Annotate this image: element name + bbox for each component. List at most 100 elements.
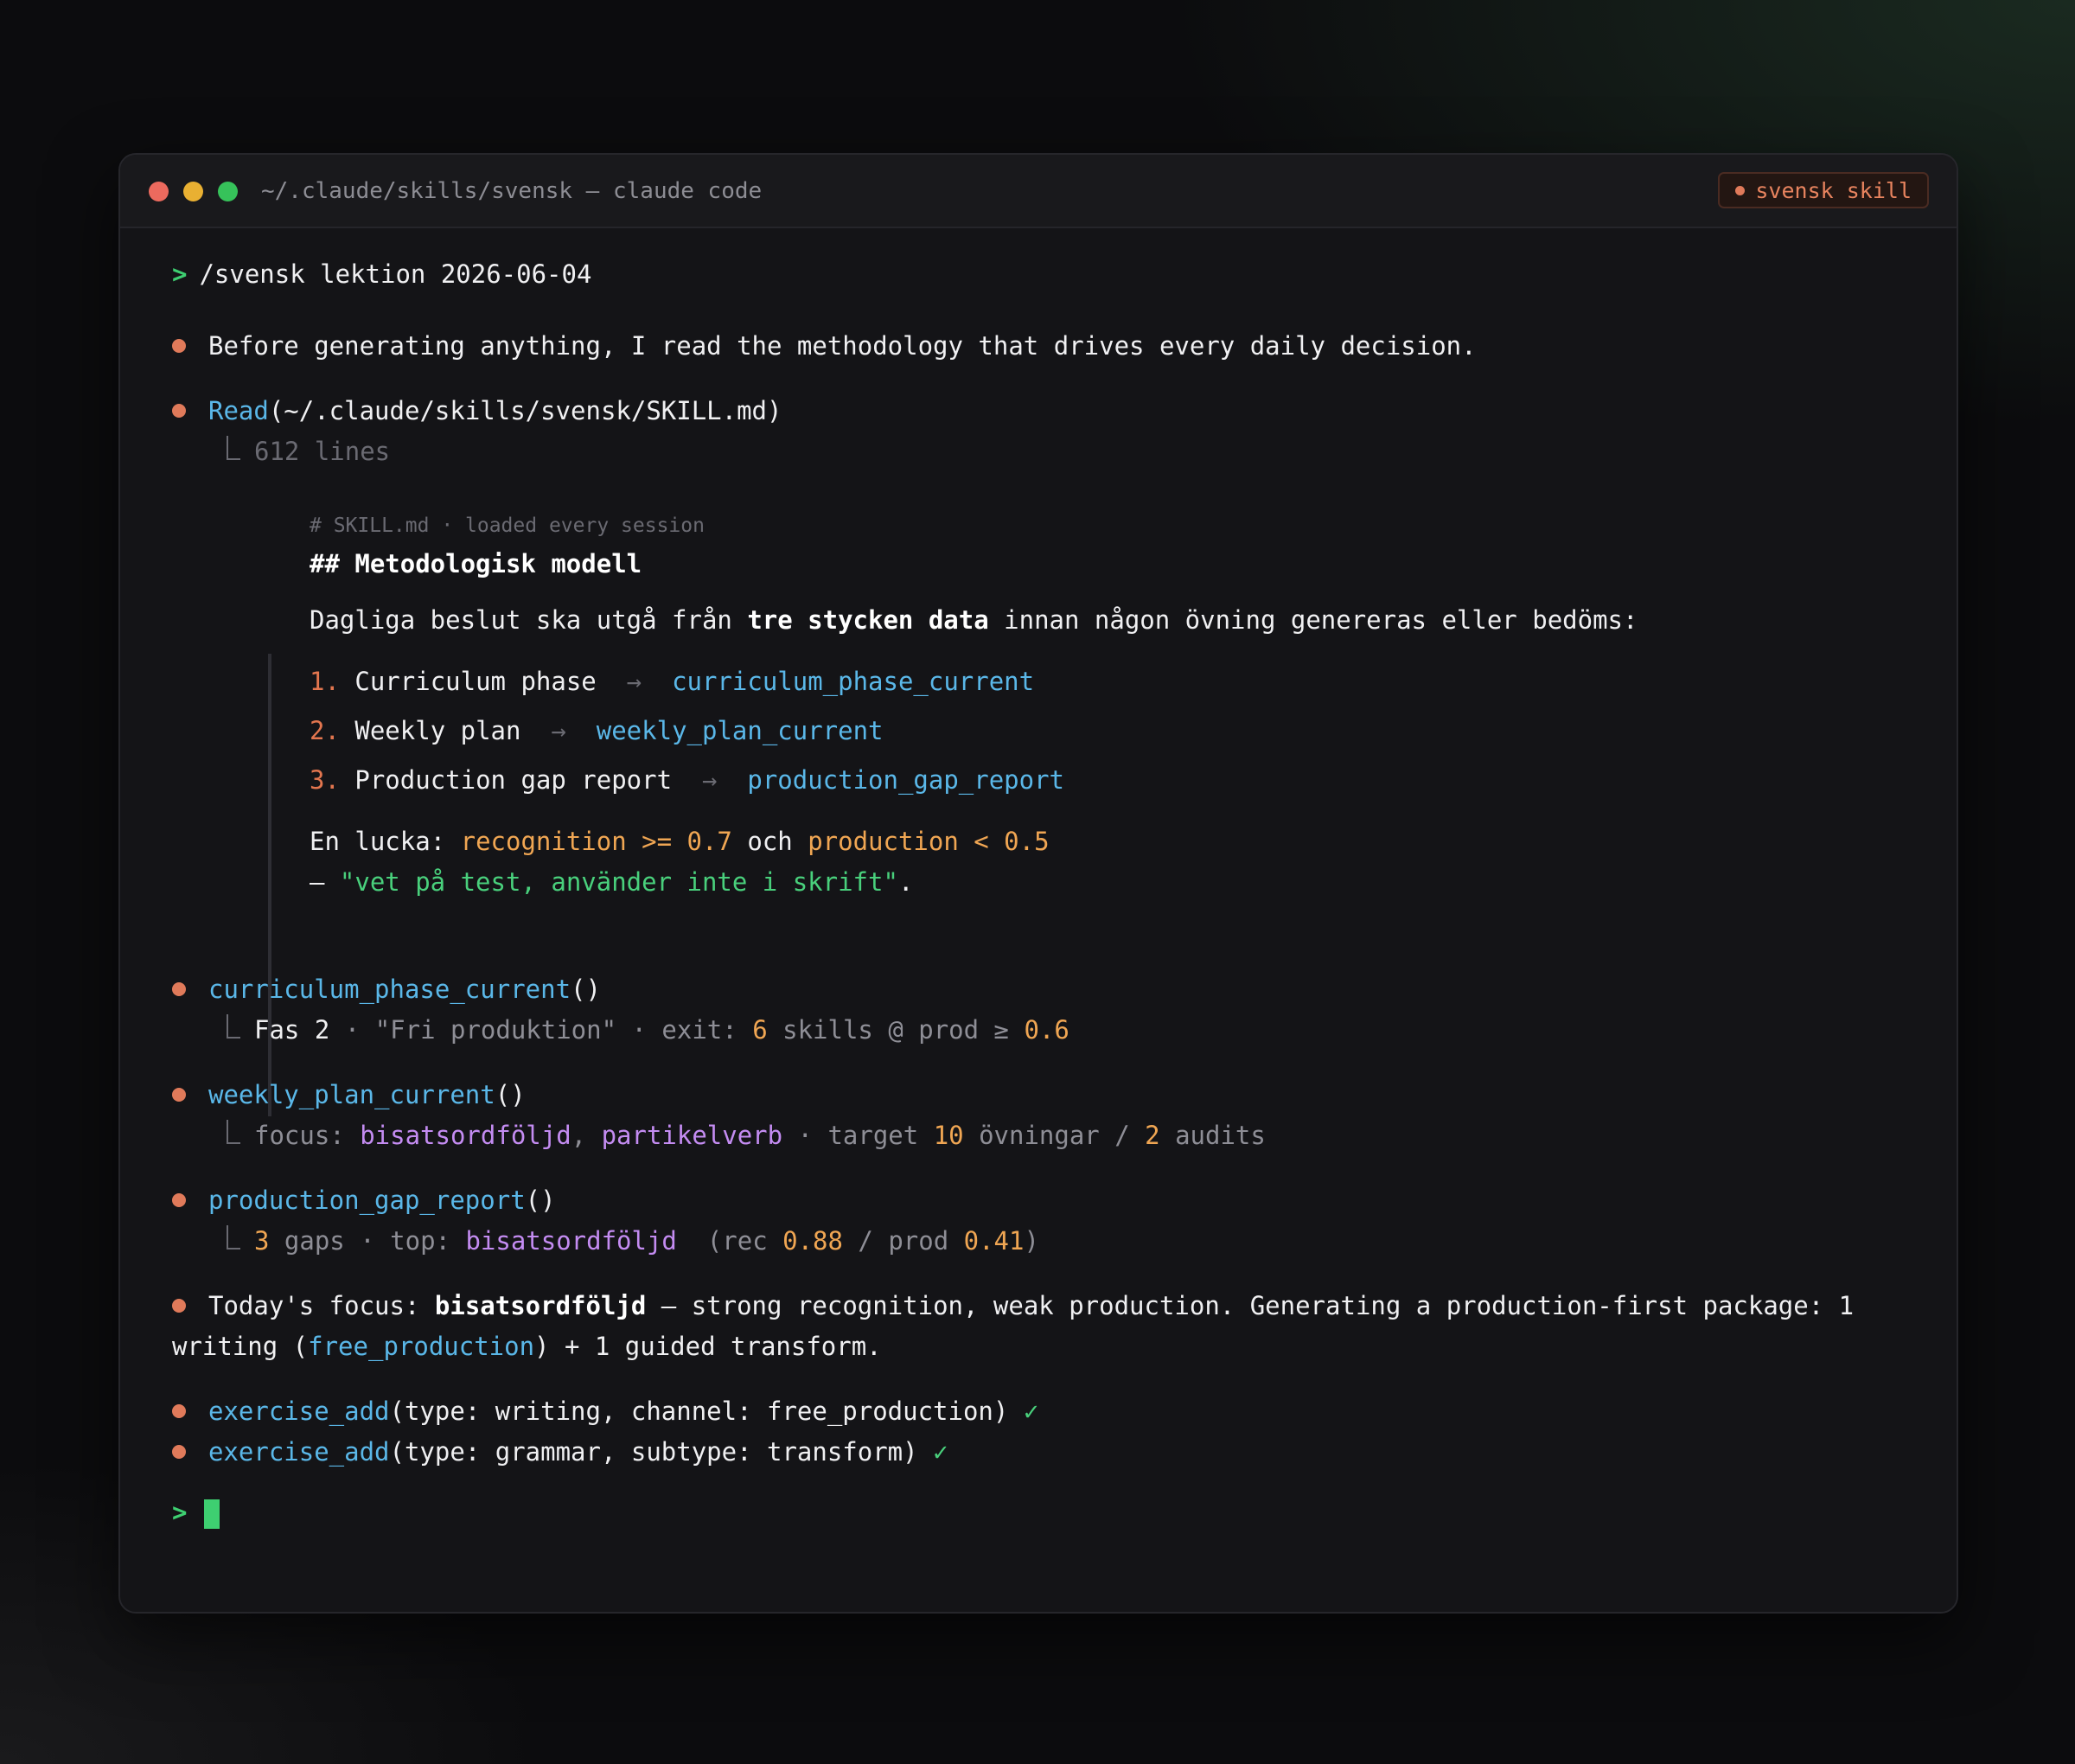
command-line: > /svensk lektion 2026-06-04 — [172, 257, 591, 291]
gap-label: En lucka: — [310, 827, 461, 856]
tool-name: exercise_add — [208, 1437, 390, 1467]
result-part: , — [571, 1121, 602, 1150]
result-part: · target — [782, 1121, 934, 1150]
check-icon: ✓ — [1023, 1396, 1039, 1426]
result-part: 10 — [933, 1121, 964, 1150]
item-tool: production_gap_report — [747, 765, 1065, 795]
weekly-result: focus: bisatsordföljd, partikelverb · ta… — [227, 1118, 1266, 1153]
intro-text: Before generating anything, I read the m… — [208, 331, 1477, 361]
title-bar: ~/.claude/skills/svensk — claude code sv… — [120, 155, 1957, 228]
result-part: audits — [1159, 1121, 1266, 1150]
para-text: Dagliga beslut ska utgå från — [310, 605, 748, 635]
elbow-connector-icon — [227, 1014, 240, 1039]
bullet-icon — [172, 339, 186, 353]
elbow-connector-icon — [227, 1120, 240, 1144]
result-part: 6 — [752, 1015, 768, 1045]
gap-quote-line: — "vet på test, använder inte i skrift". — [310, 865, 913, 899]
result-part: bisatsordföljd — [360, 1121, 571, 1150]
gap-and: och — [731, 827, 808, 856]
tool-args: (type: writing, channel: free_production… — [389, 1396, 1009, 1426]
result-part: Fas 2 — [254, 1015, 330, 1045]
close-button[interactable] — [149, 182, 169, 201]
bullet-icon — [172, 982, 186, 996]
result-part: 2 — [1145, 1121, 1160, 1150]
doc-comment: # SKILL.md · loaded every session — [310, 514, 705, 537]
result-part: (rec — [676, 1226, 783, 1256]
tool-args: () — [495, 1080, 526, 1109]
gap-condition: production < 0.5 — [808, 827, 1050, 856]
doc-list-item: 2. Weekly plan → weekly_plan_current — [310, 713, 884, 748]
gap-result: 3 gaps · top: bisatsordföljd (rec 0.88 /… — [227, 1224, 1039, 1258]
focus-line-2: writing (free_production) + 1 guided tra… — [172, 1329, 882, 1364]
intro-line: Before generating anything, I read the m… — [172, 329, 1477, 363]
exercise-add-2: exercise_add(type: grammar, subtype: tra… — [172, 1435, 948, 1469]
dot-icon — [1735, 185, 1746, 195]
result-part: skills @ prod ≥ — [767, 1015, 1025, 1045]
result-part: gaps · top: — [269, 1226, 466, 1256]
tool-args: () — [525, 1186, 556, 1215]
bullet-icon — [172, 1299, 186, 1313]
elbow-connector-icon — [227, 436, 240, 460]
focus-text: Today's focus: — [208, 1291, 435, 1320]
tool-name: production_gap_report — [208, 1186, 526, 1215]
weekly-call: weekly_plan_current() — [172, 1077, 526, 1112]
result-part: 0.41 — [963, 1226, 1025, 1256]
zoom-button[interactable] — [218, 182, 238, 201]
result-part: partikelverb — [601, 1121, 783, 1150]
tool-args: (~/.claude/skills/svensk/SKILL.md) — [268, 396, 782, 425]
tool-name: Read — [208, 396, 269, 425]
result-part: bisatsordföljd — [465, 1226, 677, 1256]
result-text: 612 lines — [254, 437, 391, 466]
bullet-icon — [172, 404, 186, 418]
result-part: focus: — [254, 1121, 361, 1150]
period: . — [897, 867, 914, 897]
focus-text: — strong recognition, weak production. G… — [646, 1291, 1855, 1320]
command-text: /svensk lektion 2026-06-04 — [199, 259, 592, 289]
para-bold: tre stycken data — [747, 605, 989, 635]
window-title: ~/.claude/skills/svensk — claude code — [261, 178, 763, 204]
focus-channel: free_production — [308, 1332, 535, 1361]
result-part: · "Fri produktion" · exit: — [329, 1015, 753, 1045]
bullet-icon — [172, 1088, 186, 1102]
gap-condition: recognition >= 0.7 — [460, 827, 732, 856]
exercise-add-1: exercise_add(type: writing, channel: fre… — [172, 1394, 1038, 1428]
bullet-icon — [172, 1445, 186, 1459]
tool-args: (type: grammar, subtype: transform) — [389, 1437, 918, 1467]
text-cursor[interactable] — [204, 1499, 220, 1529]
focus-text: ) + 1 guided transform. — [534, 1332, 882, 1361]
tool-args: () — [571, 975, 601, 1004]
focus-topic: bisatsordföljd — [434, 1291, 647, 1320]
arrow-icon: → — [701, 765, 718, 795]
item-label: Weekly plan — [354, 716, 521, 745]
item-tool: curriculum_phase_current — [672, 667, 1035, 696]
prompt-icon: > — [172, 259, 188, 289]
phase-result: Fas 2 · "Fri produktion" · exit: 6 skill… — [227, 1013, 1069, 1047]
input-line[interactable]: > — [172, 1495, 220, 1530]
arrow-icon: → — [626, 667, 642, 696]
minimize-button[interactable] — [183, 182, 203, 201]
item-number: 3. — [310, 765, 340, 795]
result-part: 0.6 — [1024, 1015, 1069, 1045]
tool-name: curriculum_phase_current — [208, 975, 571, 1004]
bullet-icon — [172, 1404, 186, 1418]
arrow-icon: → — [551, 716, 566, 745]
tool-name: exercise_add — [208, 1396, 390, 1426]
elbow-connector-icon — [227, 1225, 240, 1250]
para-text: innan någon övning genereras eller bedöm… — [988, 605, 1638, 635]
result-part: 3 — [254, 1226, 270, 1256]
skill-badge: svensk skill — [1718, 172, 1929, 208]
read-call: Read(~/.claude/skills/svensk/SKILL.md) — [172, 393, 782, 428]
focus-line-1: Today's focus: bisatsordföljd — strong r… — [172, 1288, 1854, 1323]
result-part: 0.88 — [782, 1226, 843, 1256]
check-icon: ✓ — [933, 1437, 948, 1467]
focus-text: writing ( — [172, 1332, 309, 1361]
doc-list-item: 3. Production gap report → production_ga… — [310, 763, 1064, 797]
gap-quote: "vet på test, använder inte i skrift" — [339, 867, 898, 897]
result-part: övningar / — [963, 1121, 1146, 1150]
item-number: 1. — [310, 667, 340, 696]
item-tool: weekly_plan_current — [596, 716, 884, 745]
doc-heading: ## Metodologisk modell — [310, 549, 642, 578]
item-number: 2. — [310, 716, 340, 745]
bullet-icon — [172, 1193, 186, 1207]
result-part: / prod — [842, 1226, 964, 1256]
